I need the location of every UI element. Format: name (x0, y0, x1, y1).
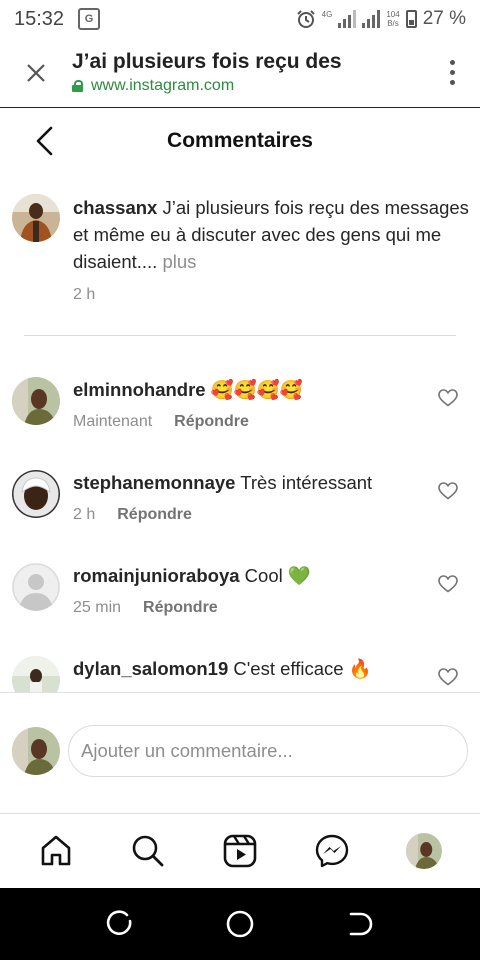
default-avatar[interactable] (12, 563, 60, 611)
recent-apps-icon (106, 910, 132, 935)
nav-reels[interactable] (216, 827, 264, 875)
network-type: 4G (321, 10, 333, 19)
home-system-button[interactable] (220, 904, 260, 944)
messenger-icon (315, 834, 349, 868)
battery-icon (405, 10, 417, 28)
post-caption: chassanx J’ai plusieurs fois reçu des me… (12, 194, 472, 308)
avatar[interactable] (12, 377, 60, 425)
comment-username[interactable]: romainjunioraboya (73, 565, 240, 586)
comments-header: Commentaires (0, 108, 480, 174)
comment-body: elminnohandre 🥰🥰🥰🥰 Maintenant Répondre (73, 377, 303, 435)
comment-composer (0, 692, 480, 814)
status-time: 15:32 (14, 7, 65, 30)
caption-time: 2 h (73, 286, 96, 303)
home-circle-icon (226, 910, 254, 938)
close-icon (27, 63, 45, 82)
caption-body: chassanx J’ai plusieurs fois reçu des me… (73, 194, 472, 308)
browser-titles: J’ai plusieurs fois reçu des www.instagr… (72, 50, 424, 95)
alarm-icon (296, 10, 315, 28)
back-arrow-icon[interactable] (30, 124, 64, 158)
divider (24, 335, 456, 336)
comment-input[interactable] (68, 725, 468, 777)
bottom-nav (0, 814, 480, 888)
search-icon (132, 835, 164, 867)
comment-username[interactable]: elminnohandre (73, 379, 206, 400)
recent-apps-button[interactable] (100, 904, 140, 944)
comment-text: C'est efficace 🔥 (233, 658, 372, 679)
nav-home[interactable] (32, 827, 80, 875)
reels-icon (223, 834, 257, 868)
profile-avatar (406, 833, 442, 869)
caption-meta: 2 h (73, 281, 472, 308)
lock-icon (72, 80, 83, 92)
comment-meta: 25 min Répondre (73, 595, 311, 621)
close-tab-button[interactable] (0, 38, 72, 108)
net-speed-value: 104 (386, 10, 400, 19)
reply-button[interactable]: Répondre (174, 409, 249, 435)
page-title: J’ai plusieurs fois reçu des (72, 50, 342, 73)
comment-item: stephanemonnaye Très intéressant 2 h Rép… (12, 470, 480, 528)
translate-icon: G (78, 8, 101, 30)
system-navigation-bar (0, 888, 480, 960)
signal-icon (338, 10, 357, 28)
comment-text: Très intéressant (240, 472, 373, 493)
menu-dot (449, 70, 455, 75)
back-system-button[interactable] (340, 904, 380, 944)
avatar[interactable] (12, 470, 60, 518)
net-speed-unit: B/s (387, 19, 399, 28)
caption-username[interactable]: chassanx (73, 197, 157, 218)
comment-username[interactable]: dylan_salomon19 (73, 658, 228, 679)
browser-menu-button[interactable] (424, 38, 480, 108)
menu-dot (449, 60, 455, 65)
comment-time: 25 min (73, 599, 122, 616)
url-text: www.instagram.com (91, 77, 235, 94)
comment-body: stephanemonnaye Très intéressant 2 h Rép… (73, 470, 372, 528)
more-link[interactable]: plus (162, 251, 196, 272)
comment-time: Maintenant (73, 413, 153, 430)
comment-text: Cool 💚 (244, 565, 311, 586)
comment-meta: Maintenant Répondre (73, 409, 303, 435)
comment-text: 🥰🥰🥰🥰 (210, 379, 303, 400)
status-indicators: 4G 104 B/s 27 % (296, 8, 466, 30)
status-bar: 15:32 G 4G 104 B/s 27 % (0, 0, 480, 38)
nav-profile[interactable] (400, 827, 448, 875)
menu-dot (449, 80, 455, 85)
comment-meta: 2 h Répondre (73, 502, 372, 528)
heart-outline-icon[interactable] (438, 668, 458, 686)
reply-button[interactable]: Répondre (143, 595, 218, 621)
comment-item: elminnohandre 🥰🥰🥰🥰 Maintenant Répondre (12, 377, 480, 435)
comment-body: romainjunioraboya Cool 💚 25 min Répondre (73, 563, 311, 621)
back-system-icon (349, 912, 373, 936)
browser-toolbar: J’ai plusieurs fois reçu des www.instagr… (0, 38, 480, 108)
home-icon (41, 835, 71, 866)
header-title: Commentaires (167, 129, 313, 152)
signal-icon-2 (362, 10, 381, 28)
heart-outline-icon[interactable] (438, 482, 458, 500)
avatar (12, 727, 60, 775)
comment-item: romainjunioraboya Cool 💚 25 min Répondre (12, 563, 480, 621)
nav-messenger[interactable] (308, 827, 356, 875)
net-speed: 104 B/s (386, 10, 399, 28)
reply-button[interactable]: Répondre (117, 502, 192, 528)
heart-outline-icon[interactable] (438, 575, 458, 593)
avatar[interactable] (12, 194, 60, 242)
battery-level: 27 % (422, 8, 466, 29)
nav-search[interactable] (124, 827, 172, 875)
url-line[interactable]: www.instagram.com (72, 77, 424, 95)
heart-outline-icon[interactable] (438, 389, 458, 407)
comment-time: 2 h (73, 506, 96, 523)
comment-username[interactable]: stephanemonnaye (73, 472, 235, 493)
